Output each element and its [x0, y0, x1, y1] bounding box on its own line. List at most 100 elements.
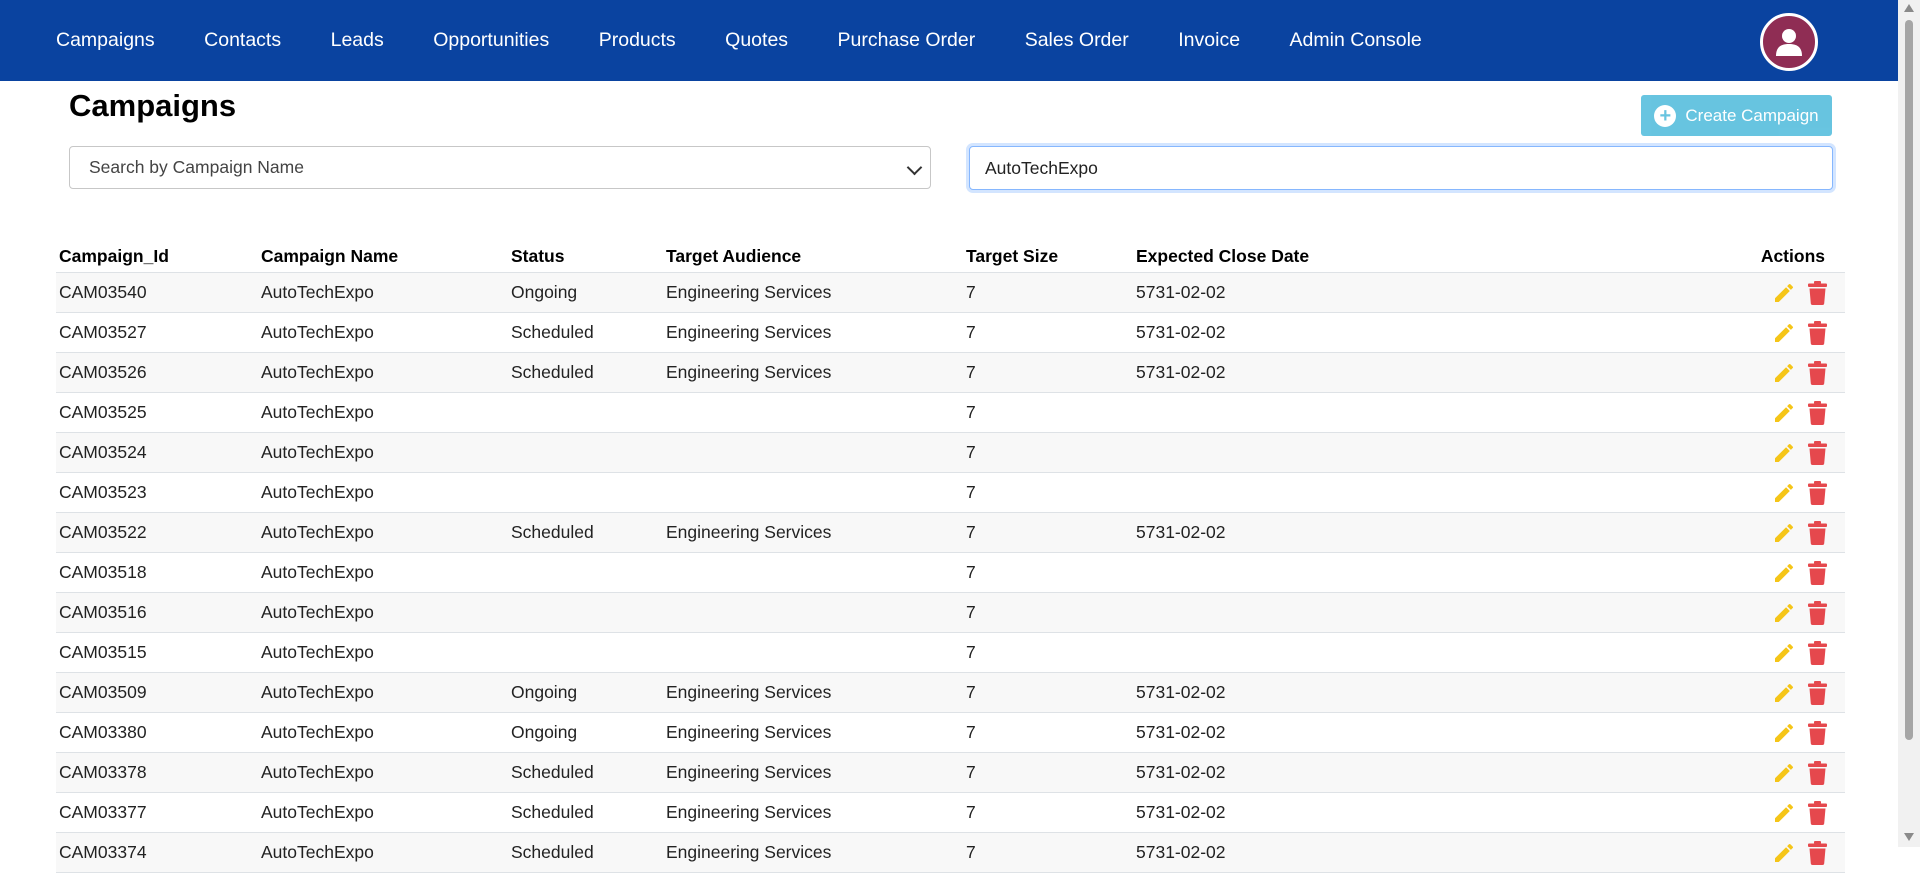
pencil-icon[interactable] — [1772, 441, 1796, 465]
trash-icon[interactable] — [1808, 720, 1827, 745]
cell-actions — [1446, 712, 1845, 753]
cell-actions — [1446, 352, 1845, 393]
cell-actions — [1446, 672, 1845, 713]
cell-expected-close-date: 5731-02-02 — [1133, 312, 1446, 353]
cell-actions — [1446, 392, 1845, 433]
trash-icon[interactable] — [1808, 320, 1827, 345]
pencil-icon[interactable] — [1772, 481, 1796, 505]
cell-expected-close-date: 5731-02-02 — [1133, 352, 1446, 393]
cell-target-audience — [663, 552, 963, 593]
cell-expected-close-date: 5731-02-02 — [1133, 672, 1446, 713]
pencil-icon[interactable] — [1772, 761, 1796, 785]
cell-target-audience: Engineering Services — [663, 752, 963, 793]
trash-icon[interactable] — [1808, 680, 1827, 705]
trash-icon[interactable] — [1808, 840, 1827, 865]
cell-campaign-name: AutoTechExpo — [258, 472, 508, 513]
trash-icon[interactable] — [1808, 800, 1827, 825]
trash-icon[interactable] — [1808, 520, 1827, 545]
nav-item-invoice[interactable]: Invoice — [1178, 29, 1240, 52]
pencil-icon[interactable] — [1772, 521, 1796, 545]
trash-icon[interactable] — [1808, 760, 1827, 785]
scroll-up-arrow-icon[interactable] — [1904, 4, 1914, 12]
trash-icon[interactable] — [1808, 640, 1827, 665]
col-header-target-audience[interactable]: Target Audience — [663, 240, 963, 273]
cell-status — [508, 632, 663, 673]
pencil-icon[interactable] — [1772, 281, 1796, 305]
cell-actions — [1446, 432, 1845, 473]
cell-target-audience: Engineering Services — [663, 272, 963, 313]
search-field-select[interactable]: Search by Campaign Name — [69, 146, 931, 189]
col-header-actions: Actions — [1446, 240, 1845, 273]
table-row: CAM03522 AutoTechExpo Scheduled Engineering… — [56, 512, 1845, 553]
pencil-icon[interactable] — [1772, 681, 1796, 705]
cell-target-audience — [663, 432, 963, 473]
cell-status: Ongoing — [508, 712, 663, 753]
cell-campaign-id: CAM03377 — [56, 792, 258, 833]
trash-icon[interactable] — [1808, 480, 1827, 505]
search-input[interactable] — [969, 146, 1833, 190]
cell-campaign-id: CAM03526 — [56, 352, 258, 393]
cell-actions — [1446, 552, 1845, 593]
nav-item-admin-console[interactable]: Admin Console — [1290, 29, 1422, 52]
col-header-expected-close-date[interactable]: Expected Close Date — [1133, 240, 1446, 273]
trash-icon[interactable] — [1808, 560, 1827, 585]
pencil-icon[interactable] — [1772, 401, 1796, 425]
cell-expected-close-date: 5731-02-02 — [1133, 512, 1446, 553]
cell-status: Ongoing — [508, 272, 663, 313]
cell-campaign-name: AutoTechExpo — [258, 632, 508, 673]
plus-circle-icon: + — [1654, 104, 1677, 127]
cell-target-size: 7 — [963, 712, 1133, 753]
trash-icon[interactable] — [1808, 400, 1827, 425]
pencil-icon[interactable] — [1772, 561, 1796, 585]
trash-icon[interactable] — [1808, 600, 1827, 625]
pencil-icon[interactable] — [1772, 361, 1796, 385]
nav-item-contacts[interactable]: Contacts — [204, 29, 281, 52]
trash-icon[interactable] — [1808, 360, 1827, 385]
cell-campaign-id: CAM03509 — [56, 672, 258, 713]
nav-item-campaigns[interactable]: Campaigns — [56, 29, 155, 52]
table-row: CAM03378 AutoTechExpo Scheduled Engineering… — [56, 752, 1845, 793]
cell-target-size: 7 — [963, 512, 1133, 553]
table-row: CAM03516 AutoTechExpo 7 — [56, 592, 1845, 633]
avatar[interactable] — [1760, 13, 1818, 71]
trash-icon[interactable] — [1808, 440, 1827, 465]
cell-campaign-id: CAM03378 — [56, 752, 258, 793]
col-header-campaign-id[interactable]: Campaign_Id — [56, 240, 258, 273]
create-campaign-button[interactable]: + Create Campaign — [1641, 95, 1832, 136]
nav-item-leads[interactable]: Leads — [331, 29, 384, 52]
cell-actions — [1446, 632, 1845, 673]
cell-status: Scheduled — [508, 352, 663, 393]
nav-item-opportunities[interactable]: Opportunities — [433, 29, 549, 52]
col-header-target-size[interactable]: Target Size — [963, 240, 1133, 273]
pencil-icon[interactable] — [1772, 601, 1796, 625]
cell-target-size: 7 — [963, 752, 1133, 793]
col-header-campaign-name[interactable]: Campaign Name — [258, 240, 508, 273]
cell-target-audience: Engineering Services — [663, 712, 963, 753]
scroll-thumb[interactable] — [1905, 20, 1913, 740]
cell-campaign-id: CAM03523 — [56, 472, 258, 513]
cell-campaign-name: AutoTechExpo — [258, 352, 508, 393]
user-icon — [1776, 29, 1802, 56]
cell-campaign-name: AutoTechExpo — [258, 672, 508, 713]
cell-target-audience: Engineering Services — [663, 792, 963, 833]
nav-item-products[interactable]: Products — [599, 29, 676, 52]
cell-expected-close-date — [1133, 472, 1446, 513]
pencil-icon[interactable] — [1772, 801, 1796, 825]
table-row: CAM03527 AutoTechExpo Scheduled Engineering… — [56, 312, 1845, 353]
cell-expected-close-date — [1133, 552, 1446, 593]
cell-target-size: 7 — [963, 832, 1133, 873]
nav-item-purchase-order[interactable]: Purchase Order — [838, 29, 976, 52]
cell-status: Scheduled — [508, 752, 663, 793]
page-scrollbar[interactable] — [1898, 0, 1920, 847]
table-row: CAM03523 AutoTechExpo 7 — [56, 472, 1845, 513]
col-header-status[interactable]: Status — [508, 240, 663, 273]
nav-item-quotes[interactable]: Quotes — [725, 29, 788, 52]
pencil-icon[interactable] — [1772, 641, 1796, 665]
table-row: CAM03377 AutoTechExpo Scheduled Engineering… — [56, 792, 1845, 833]
trash-icon[interactable] — [1808, 280, 1827, 305]
scroll-down-arrow-icon[interactable] — [1904, 833, 1914, 841]
nav-item-sales-order[interactable]: Sales Order — [1025, 29, 1129, 52]
pencil-icon[interactable] — [1772, 841, 1796, 865]
pencil-icon[interactable] — [1772, 721, 1796, 745]
pencil-icon[interactable] — [1772, 321, 1796, 345]
